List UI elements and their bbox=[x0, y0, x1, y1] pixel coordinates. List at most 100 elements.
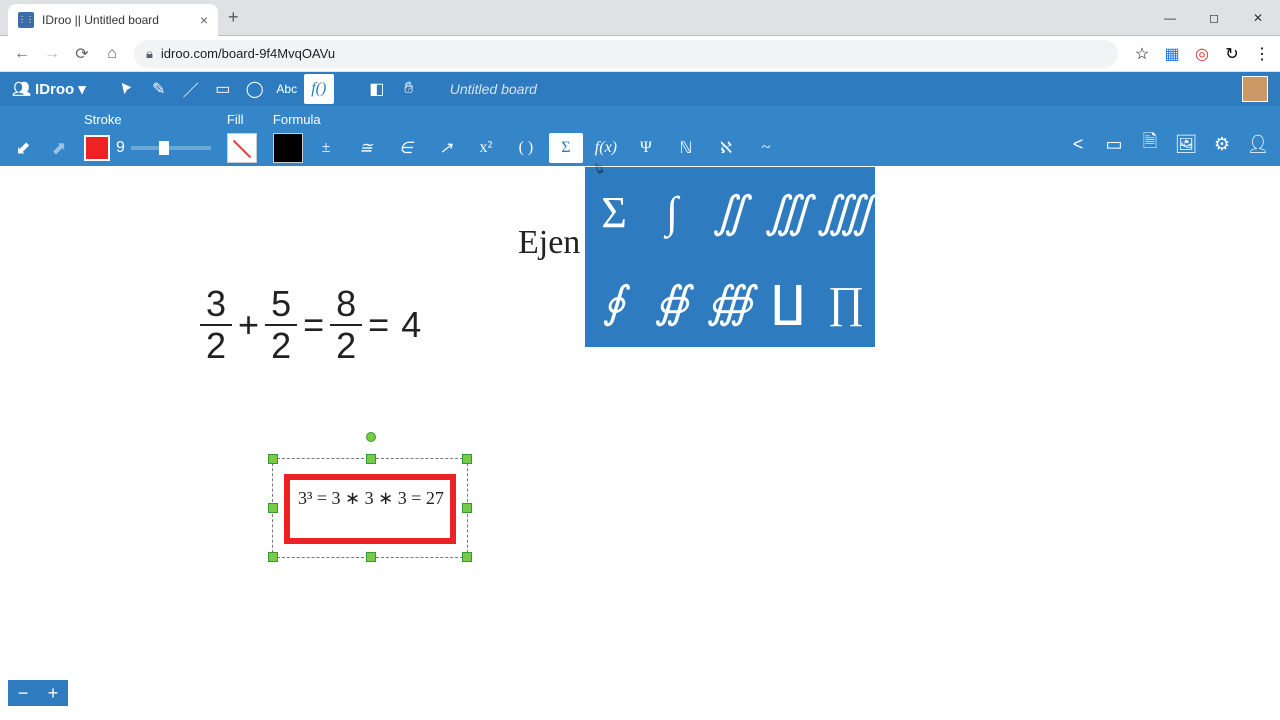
arrow-button[interactable]: ↗ bbox=[429, 133, 463, 163]
app-toolbar: 👥︎ IDroo ▾ ✎ ／ ▭ ◯ Abc f() ◧ ✋︎ Untitled… bbox=[0, 72, 1280, 106]
brand-people-icon: 👥︎ bbox=[12, 80, 31, 98]
forward-button[interactable]: → bbox=[38, 40, 66, 68]
equals-sign-2: = bbox=[362, 304, 395, 346]
canvas-text-ejen[interactable]: Ejen bbox=[518, 224, 580, 262]
pan-tool[interactable]: ✋︎ bbox=[394, 74, 424, 104]
fraction-result: 4 bbox=[395, 304, 427, 346]
chevron-down-icon: ▾ bbox=[78, 80, 86, 98]
resize-handle-ne[interactable] bbox=[462, 454, 472, 464]
url-field[interactable]: 🔒︎ idroo.com/board-9f4MvqOAVu bbox=[134, 40, 1118, 68]
sub-toolbar: ⬋ ⬈ Stroke 9 Fill Formula ± ≅ ∈ ↗ x² ( )… bbox=[0, 106, 1280, 166]
plus-sign: + bbox=[232, 304, 265, 346]
ellipse-tool[interactable]: ◯ bbox=[240, 74, 270, 104]
stroke-width-slider[interactable] bbox=[131, 146, 211, 150]
selected-formula-box[interactable] bbox=[284, 474, 456, 544]
symbol-product[interactable]: ∏ bbox=[817, 257, 875, 347]
resize-handle-n[interactable] bbox=[366, 454, 376, 464]
stroke-label: Stroke bbox=[84, 112, 211, 128]
tilde-button[interactable]: ~ bbox=[749, 133, 783, 163]
maximize-button[interactable]: ◻ bbox=[1192, 2, 1236, 34]
resize-handle-s[interactable] bbox=[366, 552, 376, 562]
user-avatar[interactable] bbox=[1242, 76, 1268, 102]
tab-favicon: ⋮⋮ bbox=[18, 12, 34, 28]
close-window-button[interactable]: ✕ bbox=[1236, 2, 1280, 34]
extension-icon-2[interactable]: ◎ bbox=[1192, 44, 1212, 64]
user-icon[interactable]: 👤︎ bbox=[1244, 130, 1272, 158]
stroke-width-value: 9 bbox=[116, 139, 125, 157]
fill-none-swatch[interactable] bbox=[227, 133, 257, 163]
fraction-equation[interactable]: 32 + 52 = 82 = 4 bbox=[200, 284, 427, 365]
extension-icon-1[interactable]: ▦ bbox=[1162, 44, 1182, 64]
symbol-quad-integral[interactable]: ⨌ bbox=[817, 167, 875, 257]
select-tool[interactable] bbox=[112, 74, 142, 104]
tab-title: IDroo || Untitled board bbox=[42, 13, 159, 27]
selected-formula-text: 3³ = 3 ∗ 3 ∗ 3 = 27 bbox=[298, 488, 444, 509]
reload-button[interactable]: ⟳ bbox=[68, 40, 96, 68]
browser-tab-strip: ⋮⋮ IDroo || Untitled board × + — ◻ ✕ bbox=[0, 0, 1280, 36]
symbol-integral[interactable]: ∫ bbox=[643, 167, 701, 257]
approx-button[interactable]: ≅ bbox=[349, 133, 383, 163]
line-tool[interactable]: ／ bbox=[176, 74, 206, 104]
brand-menu[interactable]: 👥︎ IDroo ▾ bbox=[6, 80, 92, 98]
minimize-button[interactable]: — bbox=[1148, 2, 1192, 34]
fill-label: Fill bbox=[227, 112, 257, 128]
zoom-out-button[interactable]: − bbox=[8, 680, 38, 706]
sigma-symbol-panel: Σ ∫ ∬ ∭ ⨌ ∮ ∯ ∰ ∐ ∏ bbox=[584, 166, 876, 348]
resize-handle-w[interactable] bbox=[268, 503, 278, 513]
symbol-volume-integral[interactable]: ∰ bbox=[701, 257, 759, 347]
right-action-icons: < ▭ 🗎︎ 🖼︎ ⚙︎ 👤︎ bbox=[1064, 128, 1272, 160]
resize-handle-se[interactable] bbox=[462, 552, 472, 562]
document-icon[interactable]: 🗎︎ bbox=[1136, 130, 1164, 158]
chat-icon[interactable]: ▭ bbox=[1100, 130, 1128, 158]
settings-icon[interactable]: ⚙︎ bbox=[1208, 130, 1236, 158]
image-icon[interactable]: 🖼︎ bbox=[1172, 130, 1200, 158]
zoom-in-button[interactable]: + bbox=[38, 680, 68, 706]
symbol-sigma[interactable]: Σ bbox=[585, 167, 643, 257]
window-controls: — ◻ ✕ bbox=[1148, 2, 1280, 34]
eraser-tool[interactable]: ◧ bbox=[362, 74, 392, 104]
natural-button[interactable]: ℕ bbox=[669, 133, 703, 163]
tab-close-icon[interactable]: × bbox=[200, 12, 208, 28]
brand-text: IDroo bbox=[35, 81, 74, 98]
resize-handle-sw[interactable] bbox=[268, 552, 278, 562]
url-text: idroo.com/board-9f4MvqOAVu bbox=[161, 46, 335, 61]
element-of-button[interactable]: ∈ bbox=[389, 133, 423, 163]
resize-handle-nw[interactable] bbox=[268, 454, 278, 464]
browser-tab[interactable]: ⋮⋮ IDroo || Untitled board × bbox=[8, 4, 218, 36]
board-title[interactable]: Untitled board bbox=[450, 81, 537, 97]
formula-label: Formula bbox=[273, 112, 783, 128]
aleph-button[interactable]: ℵ bbox=[709, 133, 743, 163]
rotate-handle[interactable] bbox=[366, 432, 376, 442]
redo-arrow-icon[interactable]: ⬈ bbox=[44, 133, 74, 163]
pencil-tool[interactable]: ✎ bbox=[144, 74, 174, 104]
home-button[interactable]: ⌂ bbox=[98, 40, 126, 68]
parentheses-button[interactable]: ( ) bbox=[509, 133, 543, 163]
symbol-contour-integral[interactable]: ∮ bbox=[585, 257, 643, 347]
symbol-double-integral[interactable]: ∬ bbox=[701, 167, 759, 257]
extension-icon-3[interactable]: ↻ bbox=[1222, 44, 1242, 64]
share-icon[interactable]: < bbox=[1064, 130, 1092, 158]
back-button[interactable]: ← bbox=[8, 40, 36, 68]
browser-menu-icon[interactable]: ⋮ bbox=[1252, 44, 1272, 64]
resize-handle-e[interactable] bbox=[462, 503, 472, 513]
sigma-button[interactable]: Σ bbox=[549, 133, 583, 163]
browser-url-bar: ← → ⟳ ⌂ 🔒︎ idroo.com/board-9f4MvqOAVu ☆ … bbox=[0, 36, 1280, 72]
fx-button[interactable]: f(x) bbox=[589, 133, 623, 163]
formula-color-swatch[interactable] bbox=[273, 133, 303, 163]
undo-arrow-icon[interactable]: ⬋ bbox=[8, 133, 38, 163]
plusminus-button[interactable]: ± bbox=[309, 133, 343, 163]
rectangle-tool[interactable]: ▭ bbox=[208, 74, 238, 104]
star-icon[interactable]: ☆ bbox=[1132, 44, 1152, 64]
zoom-controls: − + bbox=[8, 680, 68, 706]
symbol-surface-integral[interactable]: ∯ bbox=[643, 257, 701, 347]
formula-tool[interactable]: f() bbox=[304, 74, 334, 104]
new-tab-button[interactable]: + bbox=[228, 7, 239, 28]
text-tool[interactable]: Abc bbox=[272, 74, 302, 104]
canvas[interactable]: Ejen 32 + 52 = 82 = 4 3³ = 3 ∗ 3 ∗ 3 = 2… bbox=[0, 166, 1280, 716]
extension-icons: ☆ ▦ ◎ ↻ ⋮ bbox=[1132, 44, 1272, 64]
stroke-color-swatch[interactable] bbox=[84, 135, 110, 161]
symbol-coproduct[interactable]: ∐ bbox=[759, 257, 817, 347]
psi-button[interactable]: Ψ bbox=[629, 133, 663, 163]
superscript-button[interactable]: x² bbox=[469, 133, 503, 163]
symbol-triple-integral[interactable]: ∭ bbox=[759, 167, 817, 257]
